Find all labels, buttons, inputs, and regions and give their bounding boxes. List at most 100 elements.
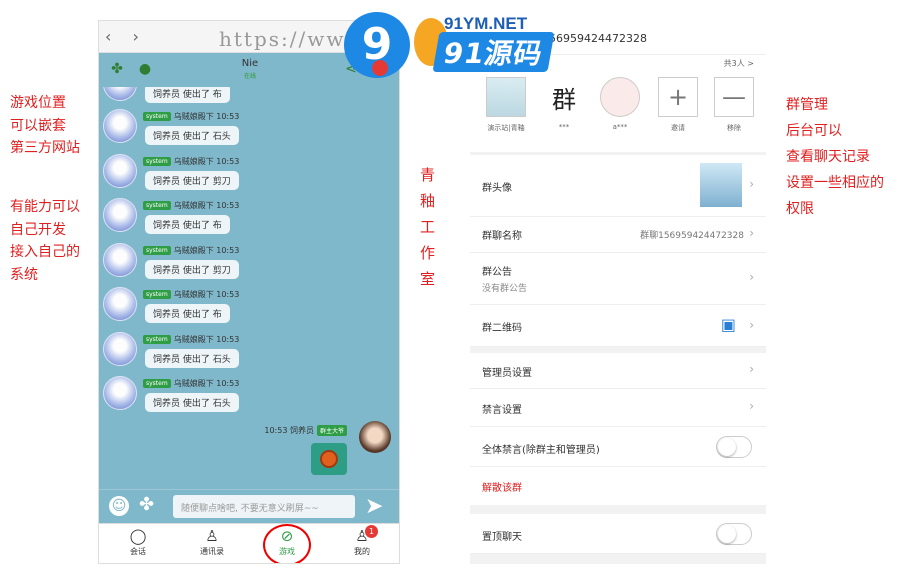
tab-label: 会话 — [130, 547, 146, 556]
message-bubble: 饲养员 使出了 布 — [145, 87, 230, 103]
row-dissolve[interactable]: 解散该群 — [470, 467, 766, 505]
notice-value: 没有群公告 — [482, 284, 528, 294]
game-result-image[interactable] — [311, 443, 347, 475]
qrcode-icon: ▣ — [720, 315, 736, 334]
row-pin-chat: 置顶聊天 — [470, 514, 766, 554]
sender-name: 乌贼娘殿下 — [173, 379, 214, 388]
row-label: 群头像 — [482, 183, 512, 194]
group-avatar-image — [700, 163, 742, 207]
avatar[interactable] — [359, 421, 391, 453]
plus-icon: + — [658, 77, 698, 117]
chevron-right-icon: › — [749, 399, 754, 413]
message-bubble: 饲养员 使出了 石头 — [145, 393, 239, 412]
avatar[interactable] — [103, 376, 137, 410]
highlight-circle — [263, 524, 311, 563]
sender-name: 饲养员 — [289, 426, 314, 435]
message-time: 10:53 — [216, 112, 240, 121]
row-group-avatar[interactable]: 群头像 › — [470, 155, 766, 217]
chevron-right-icon: › — [749, 177, 754, 191]
sender-name: 乌贼娘殿下 — [173, 290, 214, 299]
my-message-item: 10:53 饲养员 群主大爷 — [191, 421, 391, 475]
message-input[interactable]: 随便聊点啥吧, 不要无意义刷屏~~ — [173, 495, 355, 518]
message-time: 10:53 — [216, 157, 240, 166]
remove-button[interactable]: — 移除 — [712, 77, 756, 133]
tab-label: 通讯录 — [200, 547, 224, 556]
tab-sessions[interactable]: ◯ 会话 — [113, 526, 163, 557]
chat-message-list[interactable]: 饲养员 使出了 布 system 乌贼娘殿下 10:53 饲养员 使出了 石头 s… — [99, 87, 399, 489]
tab-me[interactable]: ♙ 1 我的 — [337, 525, 387, 557]
row-mute-settings[interactable]: 禁言设置 › — [470, 389, 766, 427]
avatar[interactable] — [103, 243, 137, 277]
invite-button[interactable]: + 邀请 — [656, 77, 700, 133]
tab-contacts[interactable]: ♙ 通讯录 — [187, 526, 237, 557]
send-icon[interactable]: ➤ — [365, 494, 383, 519]
row-label: 禁言设置 — [482, 405, 522, 416]
system-badge: system — [143, 379, 171, 388]
member-name: 演示站|青釉 — [487, 124, 525, 132]
annotation-custom-dev: 有能力可以 自己开发 接入自己的 系统 — [10, 199, 80, 283]
bottom-tab-bar: ◯ 会话 ♙ 通讯录 ⊘ 游戏 ♙ 1 我的 — [99, 523, 399, 563]
message-time: 10:53 — [216, 201, 240, 210]
chevron-right-icon: › — [749, 318, 754, 332]
avatar[interactable] — [103, 109, 137, 143]
member-item[interactable]: 演示站|青釉 — [484, 77, 528, 133]
sender-name: 乌贼娘殿下 — [173, 201, 214, 210]
chevron-right-icon: › — [749, 270, 754, 284]
system-badge: system — [143, 246, 171, 255]
row-label: 全体禁言(除群主和管理员) — [482, 445, 600, 456]
message-bubble: 饲养员 使出了 石头 — [145, 126, 239, 145]
minus-icon: — — [714, 77, 754, 117]
url-text[interactable]: https://ww — [219, 27, 345, 51]
avatar[interactable] — [103, 332, 137, 366]
row-label: 群聊名称 — [482, 231, 522, 242]
pink-avatar — [600, 77, 640, 117]
row-mute-all: 全体禁言(除群主和管理员) — [470, 427, 766, 467]
member-name: a*** — [612, 123, 628, 131]
row-group-name[interactable]: 群聊名称 群聊156959424472328 › — [470, 217, 766, 253]
avatar[interactable] — [103, 154, 137, 188]
notification-badge: 1 — [365, 525, 378, 538]
member-item[interactable]: a*** — [598, 77, 642, 131]
owner-badge: 群主大爷 — [316, 425, 347, 436]
message-time: 10:53 — [216, 290, 240, 299]
back-forward-icon[interactable]: ‹ › — [105, 27, 147, 46]
member-count[interactable]: 共3人 > — [724, 58, 754, 69]
annotation-game-embed: 游戏位置 可以嵌套 第三方网站 — [10, 95, 80, 156]
plus-menu-icon[interactable]: ✤ — [139, 494, 154, 515]
group-settings-panel: 群聊156959424472328 共3人 > 演示站|青釉 群 *** a**… — [470, 20, 766, 564]
avatar[interactable] — [103, 87, 137, 101]
member-name: 邀请 — [671, 124, 685, 132]
member-item[interactable]: 群 *** — [542, 77, 586, 131]
system-badge: system — [143, 290, 171, 299]
dissolve-group-button[interactable]: 解散该群 — [482, 479, 522, 494]
row-label: 置顶聊天 — [482, 532, 522, 543]
message-time: 10:53 — [264, 426, 288, 435]
calligraphy-avatar: 群 — [544, 77, 584, 117]
row-label: 群公告 — [482, 267, 512, 278]
chat-input-bar: ☺ ✤ 随便聊点啥吧, 不要无意义刷屏~~ ➤ — [99, 489, 399, 523]
message-bubble: 饲养员 使出了 剪刀 — [145, 260, 239, 279]
avatar[interactable] — [103, 287, 137, 321]
annotation-studio: 青 釉 工 作 室 — [420, 166, 436, 288]
group-name-value: 群聊156959424472328 — [640, 231, 744, 241]
emoji-icon[interactable]: ☺ — [109, 496, 129, 516]
row-group-qrcode[interactable]: 群二维码 ▣ › — [470, 305, 766, 347]
watermark-url: 91YM.NET — [444, 14, 528, 33]
row-admin-settings[interactable]: 管理员设置 › — [470, 353, 766, 389]
row-label: 群二维码 — [482, 323, 522, 334]
row-label: 管理员设置 — [482, 368, 532, 379]
fist-icon — [320, 450, 338, 468]
message-time: 10:53 — [216, 379, 240, 388]
avatar[interactable] — [103, 198, 137, 232]
message-time: 10:53 — [216, 335, 240, 344]
message-bubble: 饲养员 使出了 布 — [145, 215, 230, 234]
mobile-chat-screen: ‹ › https://ww ✤ ● Nie 在线 ⋖ ▦ 饲养员 使出了 布 … — [98, 20, 400, 564]
message-time: 10:53 — [216, 246, 240, 255]
row-group-notice[interactable]: 群公告 没有群公告 › — [470, 253, 766, 305]
mute-all-toggle[interactable] — [716, 436, 752, 458]
system-badge: system — [143, 335, 171, 344]
tab-label: 我的 — [354, 547, 370, 556]
sender-name: 乌贼娘殿下 — [173, 335, 214, 344]
pin-chat-toggle[interactable] — [716, 523, 752, 545]
system-badge: system — [143, 157, 171, 166]
